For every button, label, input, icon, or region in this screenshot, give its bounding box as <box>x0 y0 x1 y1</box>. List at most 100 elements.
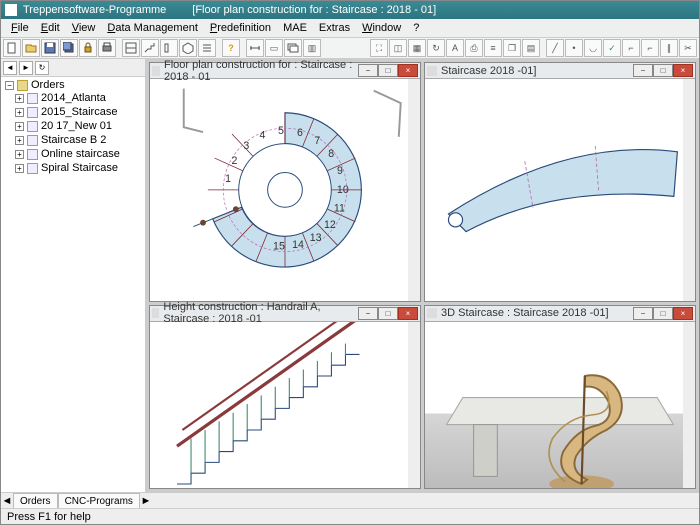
layer-toggle-icon[interactable]: ≡ <box>484 39 502 57</box>
save-all-icon[interactable] <box>60 39 78 57</box>
side-refresh-icon[interactable]: ↻ <box>35 61 49 75</box>
tree-item[interactable]: +2014_Atlanta <box>5 91 141 105</box>
close-icon[interactable]: × <box>673 64 693 77</box>
doc-icon <box>27 135 38 146</box>
side-fwd-icon[interactable]: ► <box>19 61 33 75</box>
save-icon[interactable] <box>41 39 59 57</box>
menu-file[interactable]: File <box>5 22 35 34</box>
minimize-icon[interactable]: − <box>633 64 653 77</box>
expand-icon[interactable]: + <box>15 108 24 117</box>
lock-icon[interactable] <box>79 39 97 57</box>
tile-icon[interactable]: ▤ <box>522 39 540 57</box>
minimize-icon[interactable]: − <box>358 307 378 320</box>
ok-icon[interactable]: ✓ <box>603 39 621 57</box>
minimize-icon[interactable]: − <box>633 307 653 320</box>
maximize-icon[interactable]: □ <box>653 307 673 320</box>
menu-window[interactable]: Window <box>356 22 407 34</box>
title-bar: Treppensoftware-Programme [Floor plan co… <box>1 1 699 19</box>
menu-view[interactable]: View <box>66 22 102 34</box>
close-icon[interactable]: × <box>398 64 418 77</box>
stair-canvas[interactable] <box>425 79 695 301</box>
tree-item[interactable]: +Spiral Staircase <box>5 161 141 175</box>
cascade-icon[interactable]: ❐ <box>503 39 521 57</box>
tree-item[interactable]: + Online staircase <box>5 147 141 161</box>
expand-icon[interactable]: + <box>15 150 24 159</box>
expand-icon[interactable]: + <box>15 94 24 103</box>
3d-canvas[interactable] <box>425 322 695 488</box>
point-tool-icon[interactable]: • <box>565 39 583 57</box>
align-icon[interactable]: ▭ <box>265 39 283 57</box>
arc-tool-icon[interactable]: ◡ <box>584 39 602 57</box>
print-icon[interactable] <box>98 39 116 57</box>
list-view-icon[interactable] <box>198 39 216 57</box>
expand-icon[interactable]: + <box>15 164 24 173</box>
floorplan-view-icon[interactable] <box>122 39 140 57</box>
menu-predef[interactable]: Predefinition <box>204 22 277 34</box>
minimize-icon[interactable]: − <box>358 64 378 77</box>
maximize-icon[interactable]: □ <box>653 64 673 77</box>
scrollbar[interactable] <box>683 79 695 301</box>
sidebar-toolbar: ◄ ► ↻ <box>1 59 145 77</box>
maximize-icon[interactable]: □ <box>378 307 398 320</box>
column-icon[interactable]: ▥ <box>303 39 321 57</box>
stair-titlebar[interactable]: Staircase 2018 -01] −□× <box>425 63 695 79</box>
menu-edit[interactable]: Edit <box>35 22 66 34</box>
close-icon[interactable]: × <box>673 307 693 320</box>
order-tree[interactable]: − Orders +2014_Atlanta+2015_Staircase+20… <box>1 77 145 492</box>
collapse-icon[interactable]: − <box>5 81 14 90</box>
help-icon[interactable]: ? <box>222 39 240 57</box>
edge2-icon[interactable]: ⌐ <box>641 39 659 57</box>
document-title: [Floor plan construction for : Staircase… <box>192 4 436 16</box>
pane-icon <box>427 66 437 76</box>
section-view-icon[interactable] <box>141 39 159 57</box>
stair-title: Staircase 2018 -01] <box>441 65 536 77</box>
offset-icon[interactable]: ∥ <box>660 39 678 57</box>
step-number: 13 <box>310 232 322 244</box>
dim-icon[interactable] <box>246 39 264 57</box>
open-icon[interactable] <box>22 39 40 57</box>
trim-icon[interactable]: ✂ <box>679 39 697 57</box>
redraw-icon[interactable]: ↻ <box>427 39 445 57</box>
3d-view-icon[interactable] <box>179 39 197 57</box>
pane-icon <box>427 308 437 318</box>
menu-mae[interactable]: MAE <box>277 22 313 34</box>
tree-root[interactable]: − Orders <box>5 79 141 91</box>
close-icon[interactable]: × <box>398 307 418 320</box>
line-tool-icon[interactable]: ╱ <box>546 39 564 57</box>
side-view-icon[interactable] <box>160 39 178 57</box>
tree-item[interactable]: +2015_Staircase <box>5 105 141 119</box>
expand-icon[interactable]: + <box>15 136 24 145</box>
menu-data[interactable]: Data Management <box>101 22 204 34</box>
tree-item[interactable]: +20 17_New 01 <box>5 119 141 133</box>
zoom-fit-icon[interactable]: ⛶ <box>370 39 388 57</box>
height-titlebar[interactable]: Height construction : Handrail A, Stairc… <box>150 306 420 322</box>
scrollbar[interactable] <box>408 79 420 301</box>
height-canvas[interactable] <box>150 322 420 488</box>
floorplan-canvas[interactable]: 123456789101112131415 <box>150 79 420 301</box>
menu-extras[interactable]: Extras <box>313 22 356 34</box>
side-back-icon[interactable]: ◄ <box>3 61 17 75</box>
tab-orders[interactable]: Orders <box>13 493 58 508</box>
tab-next-icon[interactable]: ► <box>140 493 152 508</box>
new-icon[interactable] <box>3 39 21 57</box>
doc-icon <box>27 93 38 104</box>
tree-item-label: Online staircase <box>41 148 120 160</box>
expand-icon[interactable]: + <box>15 122 24 131</box>
grid-icon[interactable]: ▦ <box>408 39 426 57</box>
tab-cnc[interactable]: CNC-Programs <box>58 493 140 508</box>
maximize-icon[interactable]: □ <box>378 64 398 77</box>
scrollbar[interactable] <box>408 322 420 488</box>
floorplan-titlebar[interactable]: Floor plan construction for : Staircase … <box>150 63 420 79</box>
zoom-window-icon[interactable]: ◫ <box>389 39 407 57</box>
scrollbar[interactable] <box>683 322 695 488</box>
print2-icon[interactable]: ⎙ <box>465 39 483 57</box>
menu-help[interactable]: ? <box>407 22 425 34</box>
3d-titlebar[interactable]: 3D Staircase : Staircase 2018 -01] −□× <box>425 306 695 322</box>
edge1-icon[interactable]: ⌐ <box>622 39 640 57</box>
label-icon[interactable]: A <box>446 39 464 57</box>
layers-icon[interactable] <box>284 39 302 57</box>
tree-root-label: Orders <box>31 79 65 91</box>
tab-prev-icon[interactable]: ◄ <box>1 493 13 508</box>
tree-item[interactable]: +Staircase B 2 <box>5 133 141 147</box>
pane-icon <box>152 308 159 318</box>
